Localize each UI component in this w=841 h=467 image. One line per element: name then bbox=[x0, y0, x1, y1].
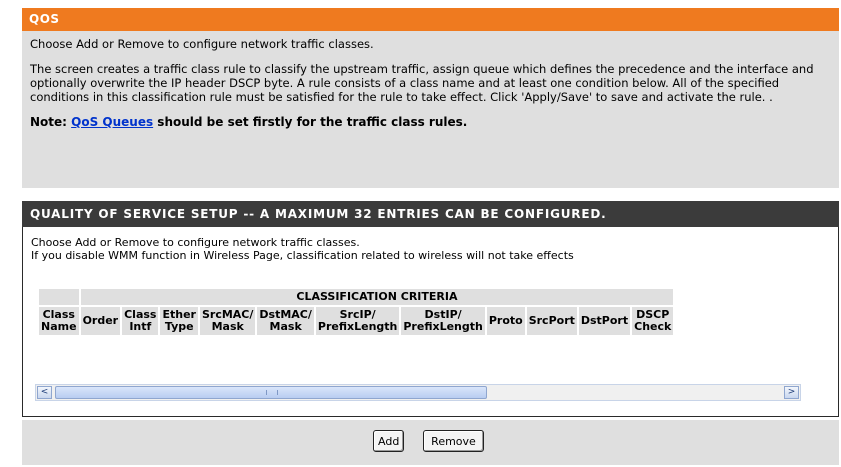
column-header-line2: Mask bbox=[211, 320, 244, 333]
column-header-line2: Intf bbox=[129, 320, 152, 333]
column-header: Order bbox=[80, 307, 121, 335]
qos-description-text: The screen creates a traffic class rule … bbox=[30, 62, 814, 104]
note-suffix: should be set firstly for the traffic cl… bbox=[153, 115, 468, 129]
column-header-row: Class Name Order Class Intf Ether Type SrcMAC/M… bbox=[39, 307, 674, 335]
column-header-line1: DstPort bbox=[580, 314, 629, 327]
column-header-line2: Name bbox=[41, 320, 77, 333]
column-header: Class Intf bbox=[122, 307, 159, 335]
column-header: Class Name bbox=[39, 307, 79, 335]
column-header: Proto bbox=[486, 307, 525, 335]
column-header: DstIP/PrefixLength bbox=[401, 307, 485, 335]
column-header: DSCP Check bbox=[632, 307, 674, 335]
column-header: Ether Type bbox=[160, 307, 198, 335]
classification-table-container: CLASSIFICATION CRITERIA Class Name Order Cl… bbox=[37, 287, 799, 337]
qos-queues-link[interactable]: QoS Queues bbox=[71, 115, 153, 129]
scroll-left-button[interactable]: < bbox=[37, 386, 52, 399]
column-header: SrcMAC/Mask bbox=[199, 307, 256, 335]
column-header-line1: Proto bbox=[488, 314, 523, 327]
qos-setup-title: QUALITY OF SERVICE SETUP -- A MAXIMUM 32… bbox=[22, 201, 839, 227]
add-button[interactable]: Add bbox=[373, 430, 404, 452]
qos-page: QOS Choose Add or Remove to configure ne… bbox=[0, 0, 841, 467]
column-header: DstPort bbox=[578, 307, 631, 335]
classification-table: CLASSIFICATION CRITERIA Class Name Order Cl… bbox=[37, 287, 675, 337]
scroll-right-button[interactable]: > bbox=[784, 386, 799, 399]
column-header-line1: Order bbox=[82, 314, 119, 327]
qos-note: Note: QoS Queues should be set firstly f… bbox=[30, 115, 831, 129]
note-prefix: Note: bbox=[30, 115, 72, 129]
column-header-line2: PrefixLength bbox=[317, 320, 398, 333]
action-bar: Add Remove bbox=[22, 420, 839, 465]
column-header-line2: Type bbox=[164, 320, 194, 333]
column-header: SrcPort bbox=[526, 307, 577, 335]
horizontal-scrollbar[interactable]: < > bbox=[35, 384, 801, 401]
column-header: DstMAC/Mask bbox=[257, 307, 314, 335]
column-header-line1: SrcPort bbox=[528, 314, 575, 327]
scroll-grip-icon bbox=[266, 390, 278, 395]
column-header-line2: Mask bbox=[269, 320, 302, 333]
qos-info-panel: QOS Choose Add or Remove to configure ne… bbox=[22, 8, 839, 188]
classification-criteria-header: CLASSIFICATION CRITERIA bbox=[80, 289, 674, 305]
scroll-thumb[interactable] bbox=[55, 386, 487, 399]
qos-intro-text: Choose Add or Remove to configure networ… bbox=[30, 37, 374, 51]
setup-instruction-2: If you disable WMM function in Wireless … bbox=[31, 249, 574, 262]
qos-title: QOS bbox=[22, 8, 839, 31]
qos-setup-panel: QUALITY OF SERVICE SETUP -- A MAXIMUM 32… bbox=[22, 201, 839, 417]
column-header: SrcIP/PrefixLength bbox=[315, 307, 400, 335]
criteria-spacer-cell bbox=[39, 289, 79, 305]
setup-instruction-1: Choose Add or Remove to configure networ… bbox=[31, 236, 360, 249]
column-header-line2: Check bbox=[634, 320, 672, 333]
remove-button[interactable]: Remove bbox=[423, 430, 484, 452]
column-header-line2: PrefixLength bbox=[403, 320, 483, 333]
